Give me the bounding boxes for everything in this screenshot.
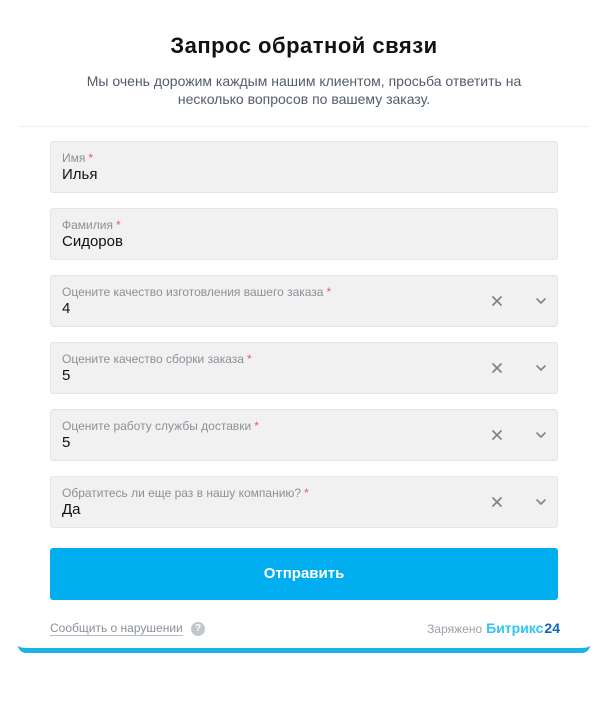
return-again-value: Да: [62, 501, 81, 518]
chevron-down-icon[interactable]: [533, 427, 549, 443]
last-name-label: Фамилия *: [62, 218, 121, 232]
delivery-service-label: Оцените работу службы доставки *: [62, 419, 259, 433]
return-again-label: Обратитесь ли еще раз в нашу компанию? *: [62, 486, 309, 500]
close-icon[interactable]: [489, 360, 505, 376]
manufacturing-quality-select[interactable]: Оцените качество изготовления вашего зак…: [50, 275, 558, 327]
powered-by[interactable]: Заряжено Битрикс24: [427, 620, 560, 636]
manufacturing-quality-label-text: Оцените качество изготовления вашего зак…: [62, 285, 324, 299]
form-subtitle: Мы очень дорожим каждым нашим клиентом, …: [86, 73, 522, 107]
return-again-label-text: Обратитесь ли еще раз в нашу компанию?: [62, 486, 302, 500]
assembly-quality-value: 5: [62, 367, 71, 384]
last-name-label-text: Фамилия: [62, 218, 113, 232]
brand-name: Битрикс: [486, 620, 544, 636]
first-name-label-text: Имя: [62, 151, 86, 165]
return-again-select[interactable]: Обратитесь ли еще раз в нашу компанию? * …: [50, 476, 558, 528]
delivery-service-label-text: Оцените работу службы доставки: [62, 419, 252, 433]
required-mark: *: [326, 285, 332, 299]
close-icon[interactable]: [489, 293, 505, 309]
chevron-down-icon[interactable]: [533, 293, 549, 309]
chevron-down-icon[interactable]: [533, 360, 549, 376]
last-name-value[interactable]: Сидоров: [62, 233, 123, 250]
first-name-field[interactable]: Имя * Илья: [50, 141, 558, 193]
chevron-down-icon[interactable]: [533, 494, 549, 510]
delivery-service-select[interactable]: Оцените работу службы доставки * 5: [50, 409, 558, 461]
close-icon[interactable]: [489, 427, 505, 443]
required-mark: *: [246, 352, 252, 366]
assembly-quality-label: Оцените качество сборки заказа *: [62, 352, 252, 366]
report-violation-link[interactable]: Сообщить о нарушении: [50, 621, 183, 636]
brand-number: 24: [544, 620, 560, 636]
required-mark: *: [254, 419, 259, 433]
close-icon[interactable]: [489, 494, 505, 510]
first-name-label: Имя *: [62, 151, 93, 165]
assembly-quality-label-text: Оцените качество сборки заказа: [62, 352, 244, 366]
assembly-quality-select[interactable]: Оцените качество сборки заказа * 5: [50, 342, 558, 394]
header-divider: [18, 126, 590, 127]
first-name-value[interactable]: Илья: [62, 166, 97, 183]
last-name-field[interactable]: Фамилия * Сидоров: [50, 208, 558, 260]
delivery-service-value: 5: [62, 434, 71, 451]
manufacturing-quality-label: Оцените качество изготовления вашего зак…: [62, 285, 331, 299]
submit-button[interactable]: Отправить: [50, 548, 558, 600]
powered-by-label: Заряжено: [427, 622, 483, 636]
bitrix24-logo[interactable]: Битрикс24: [486, 620, 560, 636]
form-title: Запрос обратной связи: [170, 33, 438, 58]
required-mark: *: [88, 151, 94, 165]
required-mark: *: [115, 218, 121, 232]
required-mark: *: [304, 486, 309, 500]
feedback-form-card: Запрос обратной связи Мы очень дорожим к…: [18, 0, 590, 653]
question-icon[interactable]: ?: [191, 622, 205, 636]
manufacturing-quality-value: 4: [62, 300, 71, 317]
